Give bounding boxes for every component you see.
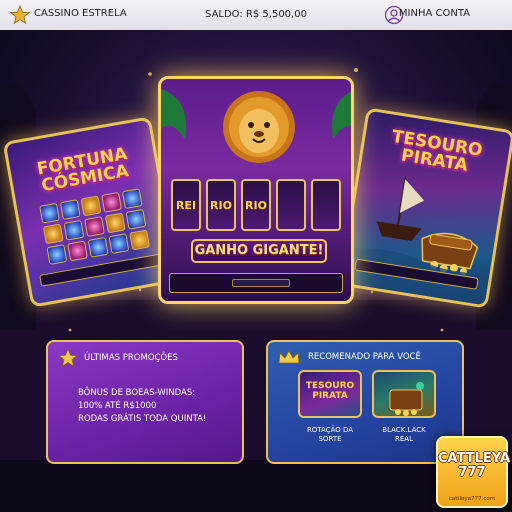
reel-grid [39,188,151,265]
label-line1: ROTAÇÃO DA [306,426,354,434]
reel-symbol: RIO [206,179,236,231]
reel-symbol [101,191,123,213]
big-win-banner: GANHO GIGANTE! [191,239,327,263]
promotions-title: ÚLTIMAS PROMOÇÕES [84,353,178,363]
cattleya-logo: CATTLEYA 777 cattleya777.com [436,436,511,508]
game-card-fortuna-cosmica[interactable]: FORTUNA CÓSMICA [2,116,180,308]
logo-url: cattleya777.com [448,496,496,502]
reel-symbol [276,179,306,231]
spin-bar[interactable] [232,279,290,287]
reel-symbol [59,199,81,220]
reel-symbol [311,179,341,231]
thumb-art-line2: PIRATA [312,391,348,401]
top-bar: CASSINO ESTRELA SALDO: R$ 5,500,00 MINHA… [0,0,512,30]
star-icon [58,348,78,368]
treasure-art [389,382,424,416]
logo-wordmark: CATTLEYA 777 [438,451,511,480]
thumb-art-line1: TESOURO [305,381,355,391]
reel-symbol: REI [171,179,201,231]
recommended-panel: RECOMENADO PARA VOCÊ TESOURO PIRATA ROTA… [266,340,464,464]
promo-line: 100% ATÉ R$1000 [78,401,157,411]
promo-line: BÔNUS DE BOEAS-WINDAS: [78,388,196,398]
game-card-featured-lion[interactable]: REI RIO RIO GANHO GIGANTE! [158,76,354,304]
reel-symbol [42,223,64,245]
promotions-panel[interactable]: ÚLTIMAS PROMOÇÕES BÔNUS DE BOEAS-WINDAS:… [46,340,244,464]
label-line1: BLACK.LACK [382,426,426,434]
reel-symbol: RIO [241,179,271,231]
promo-line: RODAS GRÁTIS TODA QUINTA! [78,414,207,424]
thumb-art-title: TESOURO PIRATA [300,381,360,401]
recommended-title: RECOMENADO PARA VOCÊ [308,352,421,362]
reel-symbol [121,188,143,210]
recommended-game-label: BLACK.LACK REAL [368,426,440,444]
recommended-game-thumb[interactable]: TESOURO PIRATA [298,370,362,418]
account-link[interactable]: MINHA CONTA [399,8,470,19]
recommended-game-thumb[interactable] [372,370,436,418]
reel-symbol [84,216,106,238]
reel-symbol [129,229,151,251]
reel-symbol [108,233,130,255]
reel-symbol [80,195,102,217]
label-line2: REAL [395,435,413,443]
reel-grid: REI RIO RIO [171,179,341,231]
recommended-game-label: ROTAÇÃO DA SORTE [294,426,366,444]
reel-symbol [67,240,88,262]
reel-symbol [125,208,147,230]
reel-symbol [39,202,61,224]
reel-symbol [87,236,109,258]
game-card-tesouro-pirata[interactable]: TESOURO PIRATA [338,107,512,309]
reel-symbol [63,219,85,241]
reel-symbol [104,212,126,234]
game-footer-bar [169,273,343,293]
reel-symbol [46,244,68,265]
label-line2: SORTE [318,435,342,443]
crown-icon [278,350,300,364]
